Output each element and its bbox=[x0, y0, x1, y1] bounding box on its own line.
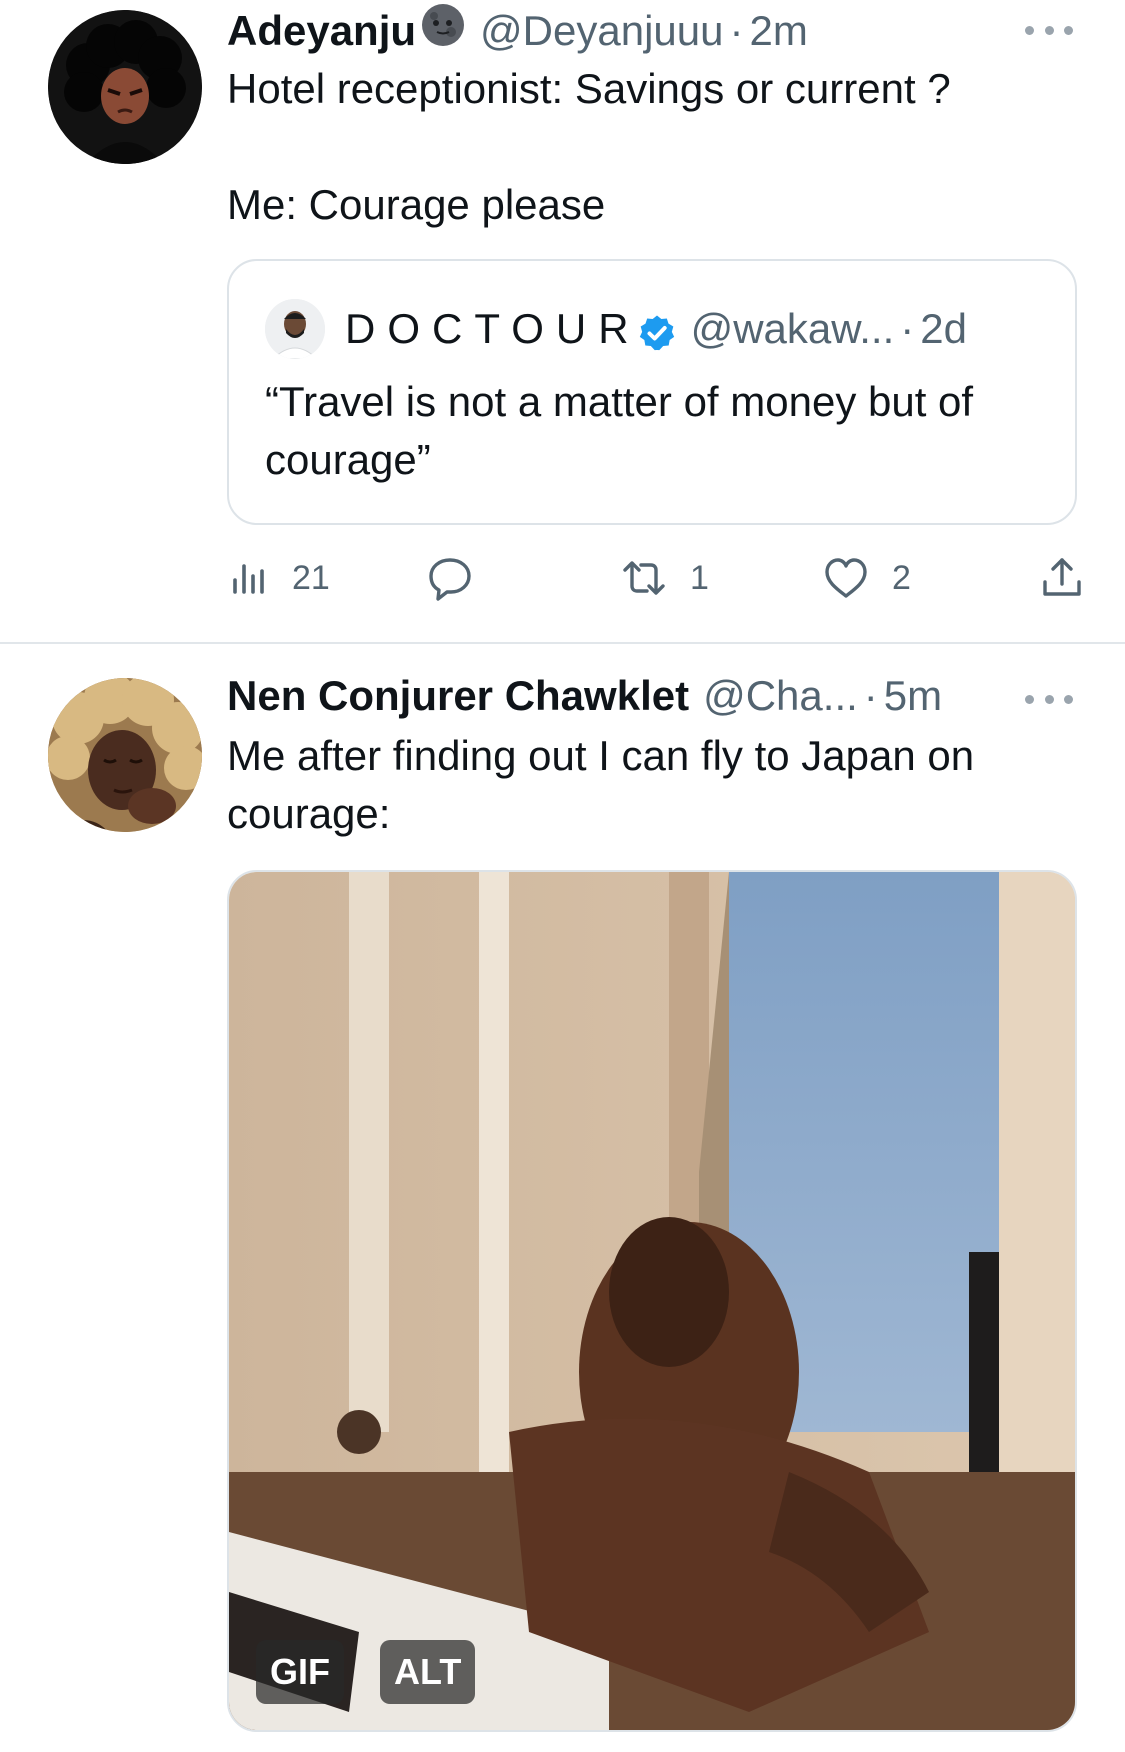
tweet-text: Me after finding out I can fly to Japan … bbox=[227, 732, 975, 837]
views-icon bbox=[230, 558, 270, 598]
like-count: 2 bbox=[892, 558, 911, 597]
handle: @wakaw... bbox=[690, 305, 895, 352]
more-icon[interactable] bbox=[1025, 689, 1073, 709]
views-count: 21 bbox=[292, 558, 330, 597]
timestamp[interactable]: 2m bbox=[750, 5, 808, 57]
display-name: DOCTOUR bbox=[345, 305, 641, 352]
alt-text-button[interactable]: ALT bbox=[380, 1640, 476, 1704]
retweet-icon bbox=[620, 554, 668, 602]
quoted-tweet-text: “Travel is not a matter of money but of … bbox=[265, 378, 974, 483]
handle[interactable]: @Deyanjuuu bbox=[480, 5, 723, 57]
verified-badge-icon bbox=[637, 309, 677, 351]
display-name[interactable]: Adeyanju bbox=[227, 5, 416, 57]
reply-button[interactable] bbox=[426, 550, 474, 606]
tweet-header: Adeyanju @Deyanjuuu · 2m bbox=[227, 2, 808, 60]
avatar bbox=[265, 299, 325, 359]
gif-media[interactable] bbox=[227, 870, 1077, 1732]
moon-emoji-icon bbox=[420, 2, 466, 60]
gif-frame-image bbox=[229, 872, 1075, 1730]
quoted-tweet-header: DOCTOUR @wakaw... · 2d bbox=[345, 299, 967, 359]
handle[interactable]: @Cha... bbox=[703, 670, 858, 722]
like-icon bbox=[822, 554, 870, 602]
display-name[interactable]: Nen Conjurer Chawklet bbox=[227, 670, 689, 722]
timestamp[interactable]: 5m bbox=[884, 670, 942, 722]
quoted-tweet[interactable]: DOCTOUR @wakaw... · 2d “Travel is not a … bbox=[227, 259, 1077, 525]
separator: · bbox=[729, 7, 744, 54]
retweet-count: 1 bbox=[690, 558, 709, 597]
more-icon[interactable] bbox=[1025, 20, 1073, 40]
avatar[interactable] bbox=[48, 10, 202, 164]
like-button[interactable]: 2 bbox=[822, 550, 911, 606]
tweet-adeyanju[interactable]: Adeyanju @Deyanjuuu · 2m Hotel reception… bbox=[0, 0, 1125, 642]
share-button[interactable] bbox=[1038, 550, 1086, 606]
tweet-text: Hotel receptionist: Savings or current ?… bbox=[227, 65, 951, 228]
avatar[interactable] bbox=[48, 678, 202, 832]
retweet-button[interactable]: 1 bbox=[620, 550, 709, 606]
timestamp: 2d bbox=[920, 305, 967, 352]
separator: · bbox=[863, 672, 878, 719]
separator: · bbox=[900, 305, 915, 352]
reply-icon bbox=[426, 554, 474, 602]
share-icon bbox=[1038, 554, 1086, 602]
tweet-header: Nen Conjurer Chawklet @Cha... · 5m bbox=[227, 670, 942, 722]
views-button[interactable]: 21 bbox=[230, 550, 330, 606]
action-bar: 21 1 2 bbox=[230, 550, 1090, 606]
gif-badge[interactable]: GIF bbox=[256, 1640, 344, 1704]
